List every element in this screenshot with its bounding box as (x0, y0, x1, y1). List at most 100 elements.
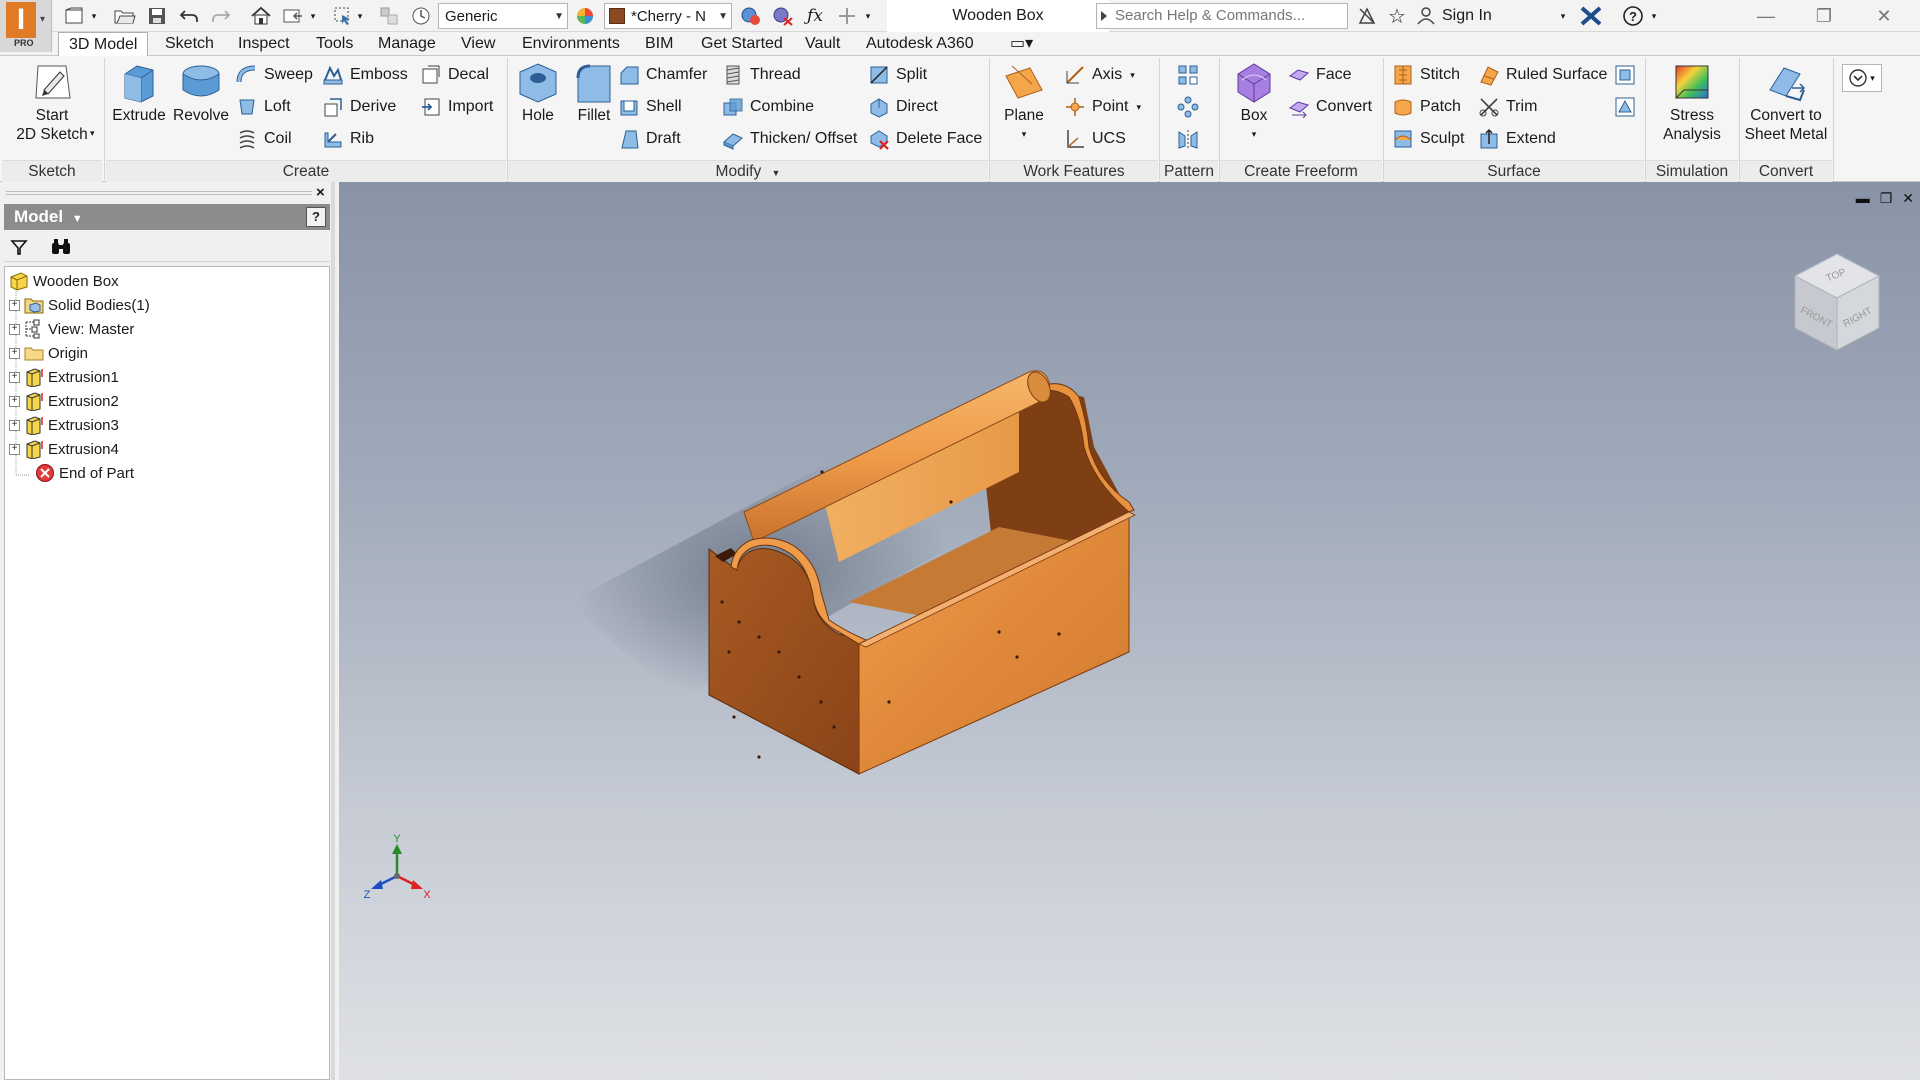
expand-icon[interactable]: + (9, 299, 20, 311)
clear-appearance-icon[interactable] (770, 3, 796, 29)
tab-bim[interactable]: BIM (635, 32, 683, 56)
extend-button[interactable]: Extend (1478, 126, 1556, 152)
shell-button[interactable]: Shell (618, 94, 682, 120)
draft-button[interactable]: Draft (618, 126, 681, 152)
rib-button[interactable]: Rib (322, 126, 374, 152)
derive-button[interactable]: Derive (322, 94, 396, 120)
circular-pattern-button[interactable] (1177, 94, 1205, 120)
new-dropdown-icon[interactable]: ▾ (88, 3, 100, 29)
select-dropdown-icon[interactable]: ▾ (354, 3, 366, 29)
patch-button[interactable]: Patch (1392, 94, 1461, 120)
freeform-box-button[interactable]: Box ▾ (1224, 60, 1284, 156)
model-browser-header[interactable]: Model ▼ ? (4, 204, 330, 230)
tab-get-started[interactable]: Get Started (691, 32, 793, 56)
replace-face-button[interactable] (1614, 62, 1642, 88)
measure-icon[interactable] (834, 3, 860, 29)
tab-inspect[interactable]: Inspect (228, 32, 300, 56)
tree-item-extrusion2[interactable]: + Extrusion2 (9, 389, 119, 413)
thread-button[interactable]: Thread (722, 62, 801, 88)
account-dropdown-icon[interactable]: ▾ (1556, 3, 1570, 29)
fillet-button[interactable]: Fillet (566, 60, 622, 156)
tab-vault[interactable]: Vault (795, 32, 850, 56)
sketch-dropdown-icon[interactable]: ▾ (90, 128, 95, 139)
favorites-star-icon[interactable]: ☆ (1384, 3, 1410, 29)
ucs-button[interactable]: UCS (1064, 126, 1126, 152)
trim-button[interactable]: Trim (1478, 94, 1537, 120)
exchange-apps-icon[interactable] (1578, 3, 1604, 29)
hole-button[interactable]: Hole (510, 60, 566, 156)
return-dropdown-icon[interactable]: ▾ (307, 3, 319, 29)
update-icon[interactable] (408, 3, 434, 29)
point-dropdown-icon[interactable]: ▾ (1136, 102, 1141, 113)
tree-item-solid-bodies[interactable]: + Solid Bodies(1) (9, 293, 150, 317)
modify-panel-label[interactable]: Modify ▼ (508, 160, 988, 182)
appearance-dropdown[interactable]: Generic ▼ (438, 3, 568, 29)
find-binoculars-icon[interactable] (50, 237, 72, 257)
material-dropdown[interactable]: *Cherry - N ▼ (604, 3, 732, 29)
freeform-convert-button[interactable]: Convert (1288, 94, 1372, 120)
expand-icon[interactable]: + (9, 443, 20, 455)
thicken-offset-button[interactable]: Thicken/ Offset (722, 126, 857, 152)
return-icon[interactable] (280, 3, 306, 29)
tree-item-extrusion3[interactable]: + Extrusion3 (9, 413, 119, 437)
emboss-button[interactable]: Emboss (322, 62, 408, 88)
tab-environments[interactable]: Environments (512, 32, 630, 56)
panel-grip[interactable] (6, 191, 312, 195)
expand-icon[interactable]: + (9, 395, 20, 407)
filter-icon[interactable] (10, 238, 28, 256)
sign-in-button[interactable]: Sign In (1416, 3, 1556, 29)
convert-to-sheet-metal-button[interactable]: Convert to Sheet Metal (1740, 60, 1832, 156)
revolve-button[interactable]: Revolve (170, 60, 232, 156)
tree-item-extrusion1[interactable]: + Extrusion1 (9, 365, 119, 389)
expand-icon[interactable]: + (9, 347, 20, 359)
color-wheel-icon[interactable] (572, 3, 598, 29)
open-folder-icon[interactable] (112, 3, 138, 29)
graphics-viewport[interactable]: ▬ ❐ ✕ TOP FRONT RIGHT Y X Z (339, 182, 1920, 1080)
axis-button[interactable]: Axis ▾ (1064, 62, 1135, 88)
ribbon-display-options-icon[interactable]: ▭▾ (1004, 32, 1039, 56)
stress-analysis-button[interactable]: Stress Analysis (1650, 60, 1734, 156)
repair-bodies-button[interactable] (1614, 94, 1642, 120)
tab-manage[interactable]: Manage (368, 32, 446, 56)
tree-item-extrusion4[interactable]: + Extrusion4 (9, 437, 119, 461)
stitch-button[interactable]: Stitch (1392, 62, 1460, 88)
delete-face-button[interactable]: Delete Face (868, 126, 982, 152)
tree-item-origin[interactable]: + Origin (9, 341, 88, 365)
sculpt-button[interactable]: Sculpt (1392, 126, 1464, 152)
tab-view[interactable]: View (451, 32, 505, 56)
tab-tools[interactable]: Tools (306, 32, 363, 56)
mirror-button[interactable] (1177, 126, 1205, 152)
plane-button[interactable]: Plane ▾ (992, 60, 1056, 156)
rectangular-pattern-button[interactable] (1177, 62, 1205, 88)
select-mode-icon[interactable] (330, 3, 356, 29)
point-button[interactable]: Point ▾ (1064, 94, 1141, 120)
save-icon[interactable] (144, 3, 170, 29)
chamfer-button[interactable]: Chamfer (618, 62, 707, 88)
new-file-icon[interactable] (62, 3, 88, 29)
freeform-face-button[interactable]: Face (1288, 62, 1352, 88)
help-dropdown-icon[interactable]: ▾ (1648, 3, 1660, 29)
restore-window-button[interactable]: ❐ (1798, 0, 1850, 32)
application-menu-button[interactable]: I PRO ▾ (0, 0, 52, 52)
browser-help-icon[interactable]: ? (306, 207, 326, 227)
home-icon[interactable] (248, 3, 274, 29)
direct-edit-button[interactable]: Direct (868, 94, 938, 120)
axis-dropdown-icon[interactable]: ▾ (1130, 70, 1135, 81)
decal-button[interactable]: Decal (420, 62, 489, 88)
customize-dropdown-icon[interactable]: ▾ (862, 3, 874, 29)
adjust-appearance-icon[interactable] (738, 3, 764, 29)
undo-icon[interactable] (176, 3, 202, 29)
box-dropdown-icon[interactable]: ▾ (1224, 125, 1284, 144)
tree-item-wooden-box[interactable]: Wooden Box (9, 269, 119, 293)
ribbon-overflow-button[interactable]: ▾ (1842, 64, 1882, 92)
plane-dropdown-icon[interactable]: ▾ (992, 125, 1056, 144)
start-2d-sketch-button[interactable]: Start 2D Sketch (6, 60, 98, 156)
close-browser-icon[interactable]: × (316, 184, 325, 201)
redo-icon[interactable] (208, 3, 234, 29)
parameters-fx-icon[interactable]: ƒx (802, 3, 828, 29)
ruled-surface-button[interactable]: Ruled Surface (1478, 62, 1607, 88)
expand-icon[interactable]: + (9, 419, 20, 431)
tree-item-view-master[interactable]: + View: Master (9, 317, 134, 341)
expand-icon[interactable]: + (9, 323, 20, 335)
tab-sketch[interactable]: Sketch (155, 32, 224, 56)
